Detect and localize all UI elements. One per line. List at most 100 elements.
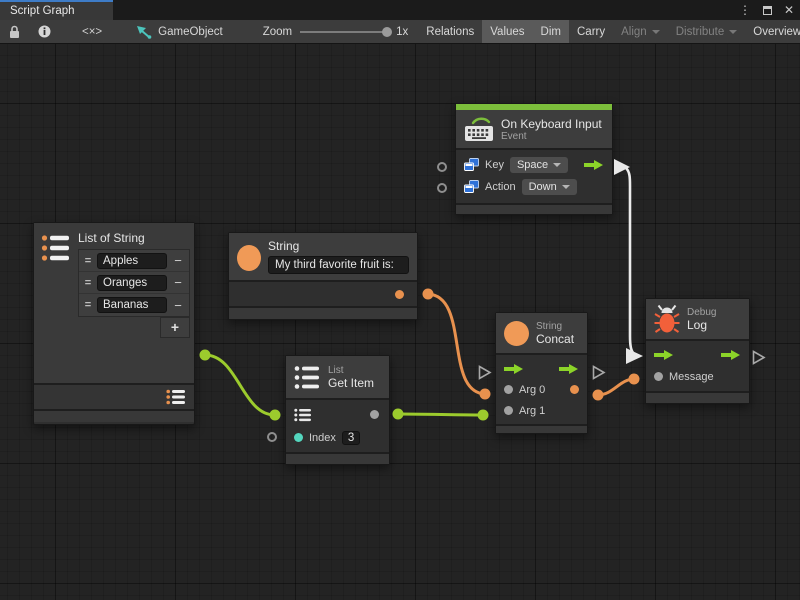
arg0-input-port[interactable] [504, 385, 513, 394]
node-title: String [268, 239, 409, 253]
index-port-label: Index [309, 432, 336, 444]
carry-button[interactable]: Carry [569, 20, 613, 43]
close-icon[interactable]: ✕ [784, 3, 794, 17]
script-graph-window: Script Graph ⋮ ✕ <×> [0, 0, 800, 600]
result-output-port[interactable] [570, 385, 579, 394]
node-concat[interactable]: String Concat Arg 0 A [495, 312, 588, 434]
gameobject-target-button[interactable]: GameObject [124, 20, 235, 43]
string-value-field[interactable]: My third favorite fruit is: [268, 256, 409, 274]
window-menu-icon[interactable]: ⋮ [739, 3, 751, 17]
zoom-slider-knob[interactable] [382, 27, 392, 37]
node-list-of-string[interactable]: List of String = Apples − = Oranges − = [33, 222, 195, 425]
index-value-field[interactable]: 3 [342, 431, 360, 445]
node-subtitle: String [536, 321, 574, 332]
lock-icon[interactable] [0, 20, 29, 43]
flow-row [646, 344, 749, 365]
bug-icon [654, 304, 680, 334]
getitem-index-external-port[interactable] [267, 432, 277, 442]
remove-item-button[interactable]: − [171, 298, 185, 313]
arg0-label: Arg 0 [519, 384, 545, 396]
action-port-label: Action [485, 181, 516, 193]
node-title: Concat [536, 332, 574, 346]
list-input-port-icon[interactable] [294, 408, 312, 422]
drag-handle[interactable]: = [83, 299, 93, 311]
overview-button[interactable]: Overview [745, 20, 800, 43]
flow-output-arrow-icon[interactable] [584, 159, 604, 171]
chevron-down-icon [729, 30, 737, 34]
enum-icon [464, 158, 479, 172]
keyboard-key-external-port[interactable] [437, 162, 447, 172]
flow-wire-end-arrowhead [626, 348, 643, 364]
gameobject-icon [136, 25, 152, 39]
flow-input-arrow-icon[interactable] [504, 363, 524, 375]
message-label: Message [669, 371, 714, 383]
node-subtitle: Debug [687, 307, 716, 318]
node-subtitle: List [328, 365, 374, 376]
node-footer [286, 452, 389, 464]
list-output-row [34, 383, 194, 409]
node-debug-log[interactable]: Debug Log Message [645, 298, 750, 404]
flow-input-arrow-icon[interactable] [654, 349, 674, 361]
message-input-port[interactable] [654, 372, 663, 381]
drag-handle[interactable]: = [83, 255, 93, 267]
list-output-port-icon[interactable] [166, 389, 186, 405]
node-footer [34, 409, 194, 422]
string-output-port[interactable] [395, 290, 404, 299]
list-white-icon [294, 364, 321, 391]
list-input-row [286, 403, 389, 426]
concat-flow-out-port[interactable] [592, 365, 606, 385]
remove-item-button[interactable]: − [171, 253, 185, 268]
node-string-literal[interactable]: String My third favorite fruit is: [228, 232, 418, 320]
tab-script-graph[interactable]: Script Graph [0, 0, 113, 20]
concat-flow-in-port[interactable] [478, 365, 492, 385]
maximize-icon[interactable] [763, 6, 772, 15]
flow-output-arrow-icon[interactable] [721, 349, 741, 361]
node-footer [456, 203, 612, 214]
list-item-field[interactable]: Oranges [97, 275, 167, 291]
dim-button[interactable]: Dim [533, 20, 569, 43]
zoom-label: Zoom [263, 26, 292, 38]
wire-string-to-concat[interactable] [428, 294, 485, 394]
graph-toolbar: <×> GameObject Zoom 1x Relations Values … [0, 20, 800, 44]
relations-button[interactable]: Relations [418, 20, 482, 43]
code-icon[interactable]: <×> [60, 20, 124, 43]
port-row-action: Action Down [456, 176, 612, 198]
item-output-port[interactable] [370, 410, 379, 419]
list-item-field[interactable]: Bananas [97, 297, 167, 313]
zoom-slider[interactable] [300, 31, 388, 33]
string-list-editor: = Apples − = Oranges − = Bananas − [78, 249, 190, 317]
log-flow-out-port[interactable] [752, 350, 766, 370]
drag-handle[interactable]: = [83, 277, 93, 289]
index-input-port[interactable] [294, 433, 303, 442]
action-dropdown[interactable]: Down [522, 179, 577, 195]
values-button[interactable]: Values [482, 20, 532, 43]
node-title: Log [687, 318, 716, 332]
wire-list-to-getitem[interactable] [205, 355, 275, 415]
key-port-label: Key [485, 159, 504, 171]
align-button[interactable]: Align [613, 20, 668, 43]
remove-item-button[interactable]: − [171, 275, 185, 290]
message-row: Message [646, 365, 749, 388]
list-item-row: = Oranges − [79, 272, 189, 294]
node-on-keyboard-input[interactable]: On Keyboard Input Event Key Space [455, 103, 613, 215]
node-footer [646, 391, 749, 403]
enum-icon [464, 180, 479, 194]
graph-canvas[interactable]: On Keyboard Input Event Key Space [0, 44, 800, 600]
list-item-field[interactable]: Apples [97, 253, 167, 269]
arg1-label: Arg 1 [519, 405, 545, 417]
chevron-down-icon [553, 163, 561, 167]
key-dropdown[interactable]: Space [510, 157, 568, 173]
flow-output-arrow-icon[interactable] [559, 363, 579, 375]
wire-keyboard-to-log[interactable] [626, 168, 634, 354]
arg1-input-port[interactable] [504, 406, 513, 415]
chevron-down-icon [652, 30, 660, 34]
node-get-item[interactable]: List Get Item I [285, 355, 390, 465]
info-icon[interactable] [29, 20, 60, 43]
add-item-button[interactable]: + [160, 317, 190, 338]
keyboard-action-external-port[interactable] [437, 183, 447, 193]
flow-row [496, 358, 587, 379]
wire-getitem-to-concat[interactable] [398, 414, 483, 415]
distribute-button[interactable]: Distribute [668, 20, 746, 43]
arg0-row: Arg 0 [496, 379, 587, 400]
node-subtitle: Event [501, 131, 602, 142]
